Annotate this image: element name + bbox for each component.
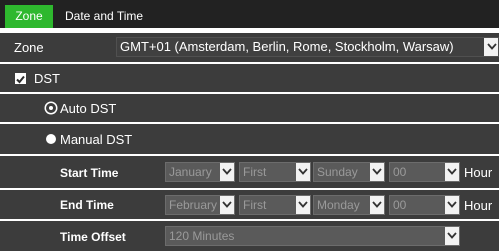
chevron-down-icon: [296, 196, 310, 214]
time-offset-label: Time Offset: [60, 230, 126, 244]
chevron-down-icon: [296, 163, 310, 181]
chevron-down-icon: [370, 196, 384, 214]
start-hour-unit: Hour: [464, 165, 493, 180]
chevron-down-icon: [370, 163, 384, 181]
zone-select-value: GMT+01 (Amsterdam, Berlin, Rome, Stockho…: [120, 39, 454, 54]
end-time-row: End Time February First Monday 00 Hour: [0, 190, 499, 219]
end-day-value: Monday: [317, 198, 360, 212]
end-time-label: End Time: [60, 198, 114, 212]
end-month-value: February: [169, 198, 218, 212]
manual-dst-label: Manual DST: [60, 132, 133, 147]
end-hour-value: 00: [393, 198, 407, 212]
start-day-select[interactable]: Sunday: [313, 162, 385, 182]
chevron-down-icon: [220, 196, 234, 214]
dst-label: DST: [34, 71, 60, 86]
chevron-down-icon: [445, 163, 459, 181]
auto-dst-label: Auto DST: [60, 101, 117, 116]
time-offset-value: 120 Minutes: [169, 229, 235, 243]
chevron-down-icon: [445, 196, 459, 214]
manual-dst-radio[interactable]: [46, 134, 56, 144]
start-week-value: First: [243, 165, 267, 179]
dst-row: DST: [0, 64, 499, 92]
zone-row: Zone GMT+01 (Amsterdam, Berlin, Rome, St…: [0, 33, 499, 62]
tab-zone[interactable]: Zone: [5, 5, 53, 28]
start-day-value: Sunday: [317, 165, 358, 179]
check-icon: [16, 75, 25, 84]
manual-dst-row: Manual DST: [0, 124, 499, 154]
chevron-down-icon: [484, 38, 498, 56]
time-offset-select[interactable]: 120 Minutes: [165, 226, 460, 246]
start-hour-value: 00: [393, 165, 407, 179]
start-month-select[interactable]: January: [165, 162, 235, 182]
end-hour-select[interactable]: 00: [389, 195, 460, 215]
start-month-value: January: [169, 165, 212, 179]
start-week-select[interactable]: First: [239, 162, 311, 182]
end-day-select[interactable]: Monday: [313, 195, 385, 215]
tab-date-and-time[interactable]: Date and Time: [65, 5, 143, 28]
chevron-down-icon: [220, 163, 234, 181]
end-hour-unit: Hour: [464, 198, 493, 213]
auto-dst-row: Auto DST: [0, 94, 499, 122]
chevron-down-icon: [445, 227, 459, 245]
zone-select[interactable]: GMT+01 (Amsterdam, Berlin, Rome, Stockho…: [116, 37, 499, 57]
end-week-value: First: [243, 198, 267, 212]
start-time-label: Start Time: [60, 166, 119, 180]
tab-bar: Zone Date and Time: [0, 0, 499, 28]
auto-dst-radio[interactable]: [46, 103, 56, 113]
time-offset-row: Time Offset 120 Minutes: [0, 221, 499, 251]
end-month-select[interactable]: February: [165, 195, 235, 215]
zone-label: Zone: [14, 40, 44, 55]
end-week-select[interactable]: First: [239, 195, 311, 215]
start-hour-select[interactable]: 00: [389, 162, 460, 182]
start-time-row: Start Time January First Sunday 00 Hour: [0, 156, 499, 188]
dst-checkbox[interactable]: [15, 73, 26, 84]
